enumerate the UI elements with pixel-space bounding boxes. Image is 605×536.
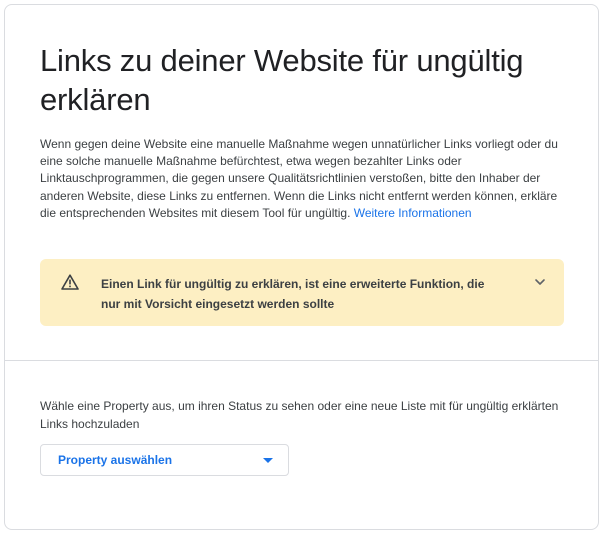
property-select-prompt: Wähle eine Property aus, um ihren Status… [40,399,559,431]
property-select-dropdown[interactable]: Property auswählen [40,444,289,476]
page-title: Links zu deiner Website für ungültig erk… [40,43,524,117]
warning-text: Einen Link für ungültig zu erklären, ist… [101,277,485,311]
learn-more-link[interactable]: Weitere Informationen [354,206,472,220]
property-select-label: Property auswählen [58,453,173,467]
warning-banner[interactable]: Einen Link für ungültig zu erklären, ist… [40,259,564,326]
intro-text: Wenn gegen deine Website eine manuelle M… [40,137,558,220]
intro-paragraph: Wenn gegen deine Website eine manuelle M… [40,136,560,222]
warning-triangle-icon [61,274,79,290]
dropdown-arrow-icon [263,458,273,463]
chevron-down-icon[interactable] [534,276,546,288]
disavow-links-card: Links zu deiner Website für ungültig erk… [4,4,599,530]
section-divider [5,360,598,361]
